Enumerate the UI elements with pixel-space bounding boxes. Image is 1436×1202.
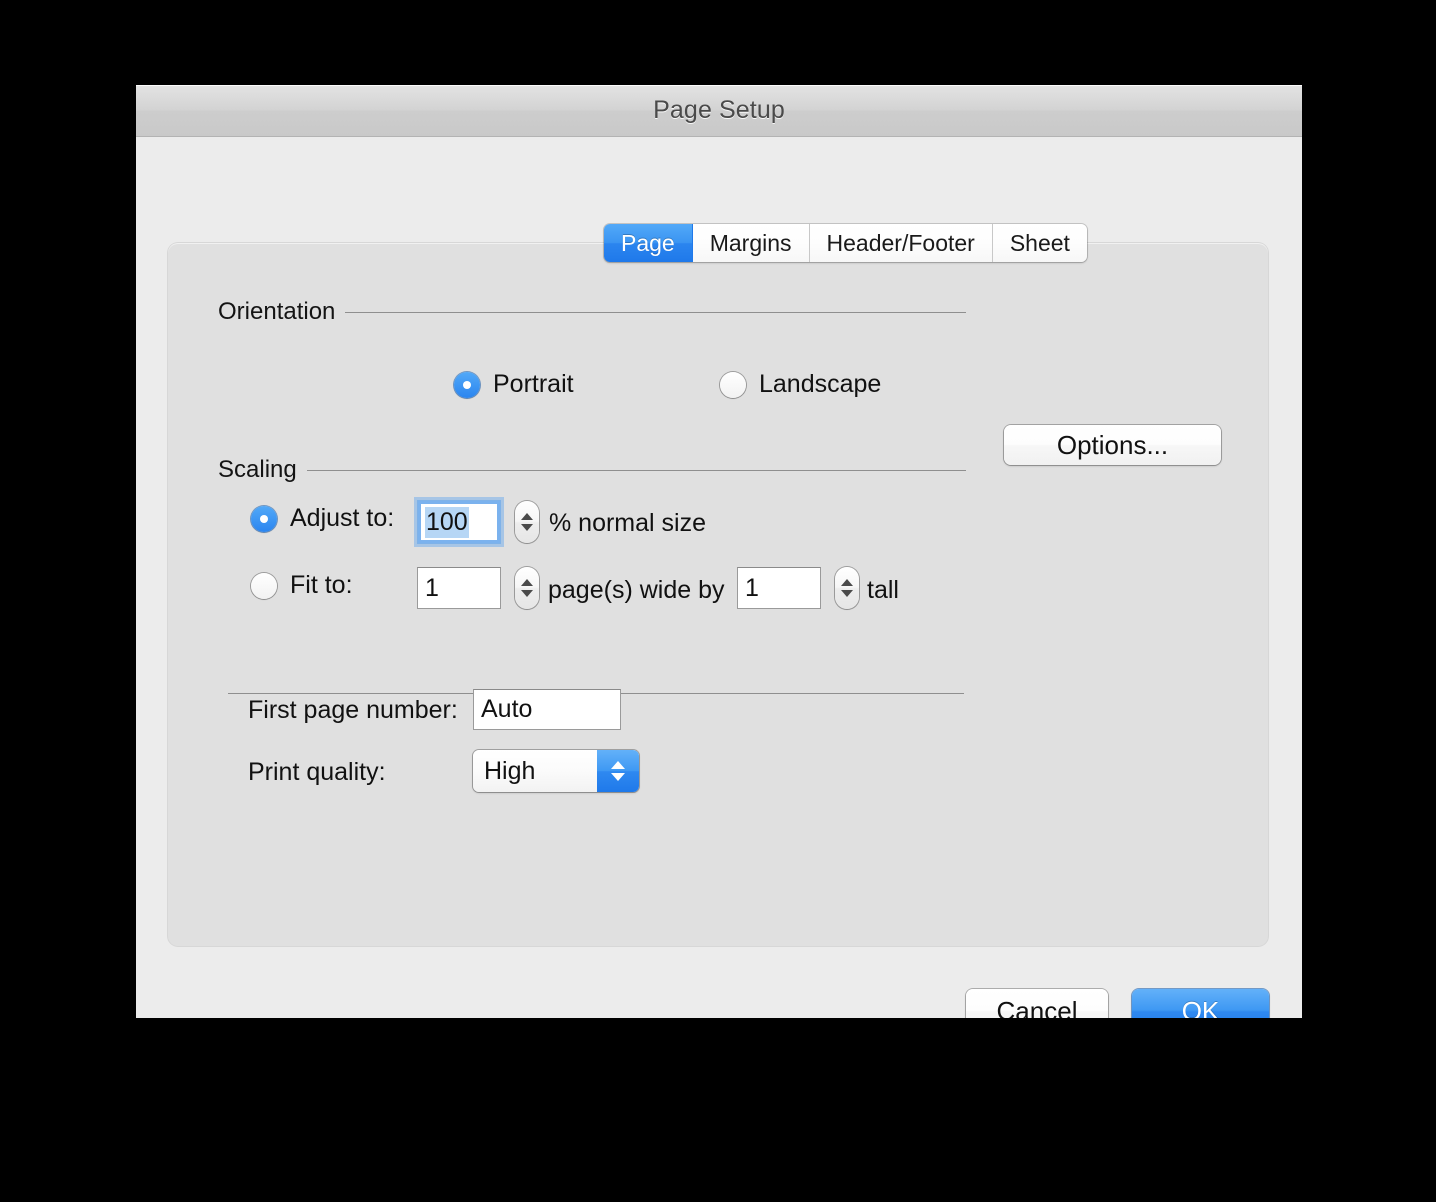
fit-to-wide-stepper[interactable] bbox=[515, 567, 539, 609]
scaling-adjust-to-label: Adjust to: bbox=[290, 504, 395, 532]
fit-to-pages-wide-value: 1 bbox=[425, 573, 439, 602]
adjust-to-stepper[interactable] bbox=[515, 501, 539, 543]
scaling-group-label: Scaling bbox=[218, 456, 297, 483]
chevron-up-icon bbox=[611, 761, 625, 769]
chevron-down-icon bbox=[611, 773, 625, 781]
orientation-group-label: Orientation bbox=[218, 298, 336, 325]
radio-landscape-icon[interactable] bbox=[720, 371, 746, 398]
scaling-adjust-to-option[interactable]: Adjust to: bbox=[251, 504, 394, 533]
dialog-titlebar: Page Setup bbox=[136, 85, 1302, 137]
adjust-to-percent-value: 100 bbox=[425, 506, 469, 538]
chevron-down-icon[interactable] bbox=[841, 590, 853, 597]
tab-sheet[interactable]: Sheet bbox=[992, 224, 1087, 262]
first-page-number-value: Auto bbox=[481, 695, 533, 723]
tab-header-footer[interactable]: Header/Footer bbox=[809, 224, 993, 262]
chevron-up-icon[interactable] bbox=[521, 579, 533, 586]
scaling-group-rule bbox=[306, 469, 966, 471]
radio-portrait-icon[interactable] bbox=[454, 371, 480, 398]
chevron-down-icon[interactable] bbox=[521, 590, 533, 597]
ok-button[interactable]: OK bbox=[1132, 989, 1269, 1018]
scaling-group-header: Scaling bbox=[218, 456, 966, 484]
screen: Page Setup Page Margins Header/Footer Sh… bbox=[0, 0, 1436, 1202]
page-setup-dialog: Page Setup Page Margins Header/Footer Sh… bbox=[136, 85, 1302, 1018]
cancel-button[interactable]: Cancel bbox=[966, 989, 1108, 1018]
orientation-portrait-option[interactable]: Portrait bbox=[454, 370, 574, 399]
scaling-fit-to-label: Fit to: bbox=[290, 571, 353, 599]
orientation-group-rule bbox=[345, 311, 966, 313]
fit-to-pages-wide-input[interactable]: 1 bbox=[417, 567, 501, 609]
titlebar-hairline bbox=[136, 85, 1302, 86]
tab-margins[interactable]: Margins bbox=[692, 224, 810, 262]
chevron-down-icon[interactable] bbox=[521, 524, 533, 531]
fit-to-tall-label: tall bbox=[867, 576, 899, 604]
adjust-to-suffix-label: % normal size bbox=[549, 509, 706, 537]
chevron-up-icon[interactable] bbox=[841, 579, 853, 586]
print-quality-popup[interactable]: High bbox=[473, 750, 639, 792]
orientation-portrait-label: Portrait bbox=[493, 370, 574, 398]
first-page-number-input[interactable]: Auto bbox=[473, 689, 621, 730]
print-quality-label: Print quality: bbox=[248, 758, 386, 786]
orientation-group-header: Orientation bbox=[218, 298, 966, 326]
first-page-number-label: First page number: bbox=[248, 696, 458, 724]
fit-to-pages-tall-input[interactable]: 1 bbox=[737, 567, 821, 609]
orientation-landscape-label: Landscape bbox=[759, 370, 882, 398]
dialog-body: Page Margins Header/Footer Sheet Orienta… bbox=[136, 137, 1302, 1018]
popup-chevrons-icon[interactable] bbox=[597, 750, 639, 792]
fit-to-middle-label: page(s) wide by bbox=[548, 576, 725, 604]
tab-bar: Page Margins Header/Footer Sheet bbox=[604, 224, 1087, 262]
options-button[interactable]: Options... bbox=[1004, 425, 1221, 465]
tab-page[interactable]: Page bbox=[604, 224, 693, 262]
radio-adjust-to-icon[interactable] bbox=[251, 505, 277, 532]
radio-fit-to-icon[interactable] bbox=[251, 572, 277, 599]
orientation-landscape-option[interactable]: Landscape bbox=[720, 370, 881, 399]
fit-to-pages-tall-value: 1 bbox=[745, 573, 759, 602]
fit-to-tall-stepper[interactable] bbox=[835, 567, 859, 609]
print-quality-value: High bbox=[484, 756, 536, 785]
chevron-up-icon[interactable] bbox=[521, 513, 533, 520]
dialog-title: Page Setup bbox=[653, 96, 785, 124]
adjust-to-percent-input[interactable]: 100 bbox=[417, 500, 501, 544]
scaling-fit-to-option[interactable]: Fit to: bbox=[251, 571, 353, 600]
